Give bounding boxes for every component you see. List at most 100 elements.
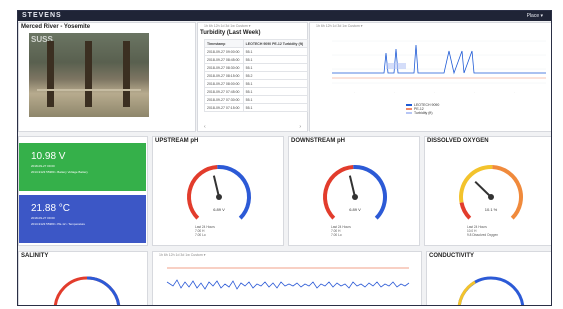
gauge-hub <box>216 194 222 200</box>
gauge-dial[interactable]: 6.89 V <box>153 145 285 235</box>
bottom-line-chart[interactable] <box>157 262 419 306</box>
place-menu[interactable]: Place ▾ <box>527 13 543 19</box>
gauge-meta-line: 7.00 Lo <box>195 233 206 237</box>
cell-timestamp: 2018-09-27 07:15:00 <box>204 103 244 112</box>
conductivity-panel: CONDUCTIVITY <box>426 251 551 306</box>
table-header-row: Timestamp LEOTECH 9090 PE-12 Turbidity (… <box>204 39 309 48</box>
cell-turbidity: 55.2 <box>242 71 309 80</box>
cell-turbidity: 55.1 <box>242 63 309 72</box>
gauge-hub <box>352 194 358 200</box>
bottom-chart-panel: 1h 6h 12h 1d 3d 1w Custom ▾ <box>152 251 422 306</box>
fence-rail <box>37 89 141 91</box>
gauge-readout: 6.89 V <box>349 207 361 212</box>
turbidity-table: Timestamp LEOTECH 9090 PE-12 Turbidity (… <box>204 39 309 112</box>
legend-swatch <box>406 108 412 110</box>
gauge-readout: 6.89 V <box>213 207 225 212</box>
voltage-source: 2013-9123 55380 • Battery Voltage Batter… <box>31 170 88 174</box>
gauge-panel: DOWNSTREAM pH 6.89 V Last 24 Hours 7.00 H 7.… <box>288 136 420 246</box>
table-row[interactable]: 2018-09-27 07:30:00 55.1 <box>204 95 309 104</box>
gauge-panel: UPSTREAM pH 6.89 V Last 24 Hours 7.00 H 7.00… <box>152 136 284 246</box>
metrics-panel: 10.98 V 2018-09-27 09:00 2013-9123 55380… <box>18 136 148 246</box>
gauge-meta-line: 7.00 Lo <box>331 233 342 237</box>
table-row[interactable]: 2018-09-27 07:45:00 55.1 <box>204 87 309 96</box>
dashboard-window: STEVENS Place ▾ Merced River - Yosemite … <box>17 10 552 306</box>
gauge-arc-mid <box>459 165 493 203</box>
cell-timestamp: 2018-09-27 07:45:00 <box>204 87 244 96</box>
gauge-hub <box>488 194 494 200</box>
bottom-chart-tools[interactable]: 1h 6h 12h 1d 3d 1w Custom ▾ <box>159 253 206 257</box>
chart-time-range-tools[interactable]: 1h 6h 12h 1d 3d 1w Custom ▾ <box>316 24 363 28</box>
tree-trunk <box>123 41 130 107</box>
x-tick-label: · <box>474 90 475 94</box>
gauge-needle <box>474 180 492 198</box>
table-row[interactable]: 2018-09-27 08:15:00 55.2 <box>204 71 309 80</box>
col-header-timestamp[interactable]: Timestamp <box>204 39 244 48</box>
time-range-tools[interactable]: 1h 6h 12h 1d 3d 1w Custom ▾ <box>204 24 251 28</box>
x-tick-label: · <box>434 90 435 94</box>
legend-swatch <box>406 112 412 114</box>
chart-legend: LEOTECH 9090 PE-12 Turbidity (ft) <box>406 103 439 115</box>
series-line-bottom <box>166 279 410 290</box>
x-tick-label: · <box>354 90 355 94</box>
gauge-dial[interactable]: 10.1 % <box>425 145 552 235</box>
cell-turbidity: 55.1 <box>242 95 309 104</box>
series-band-range <box>386 63 406 69</box>
cell-timestamp: 2018-09-27 09:00:00 <box>204 47 244 56</box>
legend-item[interactable]: Turbidity (ft) <box>406 111 439 115</box>
table-row[interactable]: 2018-09-27 08:00:00 55.1 <box>204 79 309 88</box>
table-row[interactable]: 2018-09-27 08:45:00 55.1 <box>204 55 309 64</box>
gauge-readout: 10.1 % <box>485 207 498 212</box>
col-header-turbidity[interactable]: LEOTECH 9090 PE-12 Turbidity (ft) <box>242 39 309 48</box>
table-row[interactable]: 2018-09-27 09:00:00 55.1 <box>204 47 309 56</box>
tree-trunk <box>85 41 92 107</box>
table-body: 2018-09-27 09:00:00 55.1 2018-09-27 08:45:… <box>204 47 309 112</box>
cell-turbidity: 55.1 <box>242 79 309 88</box>
cell-timestamp: 2018-09-27 08:15:00 <box>204 71 244 80</box>
gauge-meta: Last 24 Hours 10.0 H 9.8 Dissolved Oxygen <box>467 225 498 237</box>
tree-trunk <box>47 41 54 107</box>
x-tick-label: · <box>514 90 515 94</box>
table-row[interactable]: 2018-09-27 08:30:00 55.1 <box>204 63 309 72</box>
x-tick-label: · <box>394 90 395 94</box>
pager-prev[interactable]: ‹ <box>204 124 206 130</box>
gauge-title: UPSTREAM pH <box>155 138 199 144</box>
river-camera-image[interactable]: SUSS <box>29 33 149 117</box>
turbidity-title: Turbidity (Last Week) <box>200 30 261 36</box>
gauge-meta-line: 9.8 Dissolved Oxygen <box>467 233 499 237</box>
top-bar: STEVENS Place ▾ <box>18 11 551 21</box>
cell-timestamp: 2018-09-27 08:00:00 <box>204 79 244 88</box>
legend-swatch <box>406 104 412 106</box>
cell-turbidity: 55.1 <box>242 87 309 96</box>
gauge-panel: DISSOLVED OXYGEN 10.1 % Last 24 Hours 10.0 … <box>424 136 552 246</box>
temperature-source: 2013-9123 55380 • PE-12 • Temperature <box>31 222 86 226</box>
camera-title: Merced River - Yosemite <box>21 24 91 30</box>
cell-timestamp: 2018-09-27 08:30:00 <box>204 63 244 72</box>
gauge-meta: Last 24 Hours 7.00 H 7.00 Lo <box>195 225 215 237</box>
camera-panel: Merced River - Yosemite SUSS <box>18 22 196 132</box>
gauge-needle <box>212 175 220 198</box>
turbidity-table-panel: 1h 6h 12h 1d 3d 1w Custom ▾ Turbidity (L… <box>197 22 309 132</box>
temperature-value: 21.88 °C <box>31 203 71 214</box>
salinity-title: SALINITY <box>21 253 49 259</box>
salinity-gauge[interactable] <box>47 266 127 306</box>
cell-turbidity: 55.1 <box>242 47 309 56</box>
temperature-timestamp: 2018-09-27 09:00 <box>31 216 55 220</box>
gauge-meta: Last 24 Hours 7.00 H 7.00 Lo <box>331 225 351 237</box>
gauge-arc-low <box>459 202 472 220</box>
conductivity-gauge[interactable] <box>451 266 531 306</box>
cell-turbidity: 55.1 <box>242 103 309 112</box>
cell-timestamp: 2018-09-27 07:30:00 <box>204 95 244 104</box>
table-row[interactable]: 2018-09-27 07:15:00 55.1 <box>204 103 309 112</box>
salinity-panel: SALINITY <box>18 251 148 306</box>
voltage-value: 10.98 V <box>31 151 66 162</box>
voltage-card[interactable]: 10.98 V 2018-09-27 09:00 2013-9123 55380… <box>19 143 146 191</box>
conductivity-title: CONDUCTIVITY <box>429 253 474 259</box>
gauge-dial[interactable]: 6.89 V <box>289 145 421 235</box>
app-logo[interactable]: STEVENS <box>22 12 62 19</box>
gauge-title: DISSOLVED OXYGEN <box>427 138 489 144</box>
temperature-card[interactable]: 21.88 °C 2018-09-27 09:00 2013-9123 5538… <box>19 195 146 243</box>
gauge-needle <box>348 175 356 198</box>
gauge-title: DOWNSTREAM pH <box>291 138 345 144</box>
turbidity-line-chart[interactable]: · · · · · <box>314 33 550 103</box>
pager-next[interactable]: › <box>299 124 301 130</box>
